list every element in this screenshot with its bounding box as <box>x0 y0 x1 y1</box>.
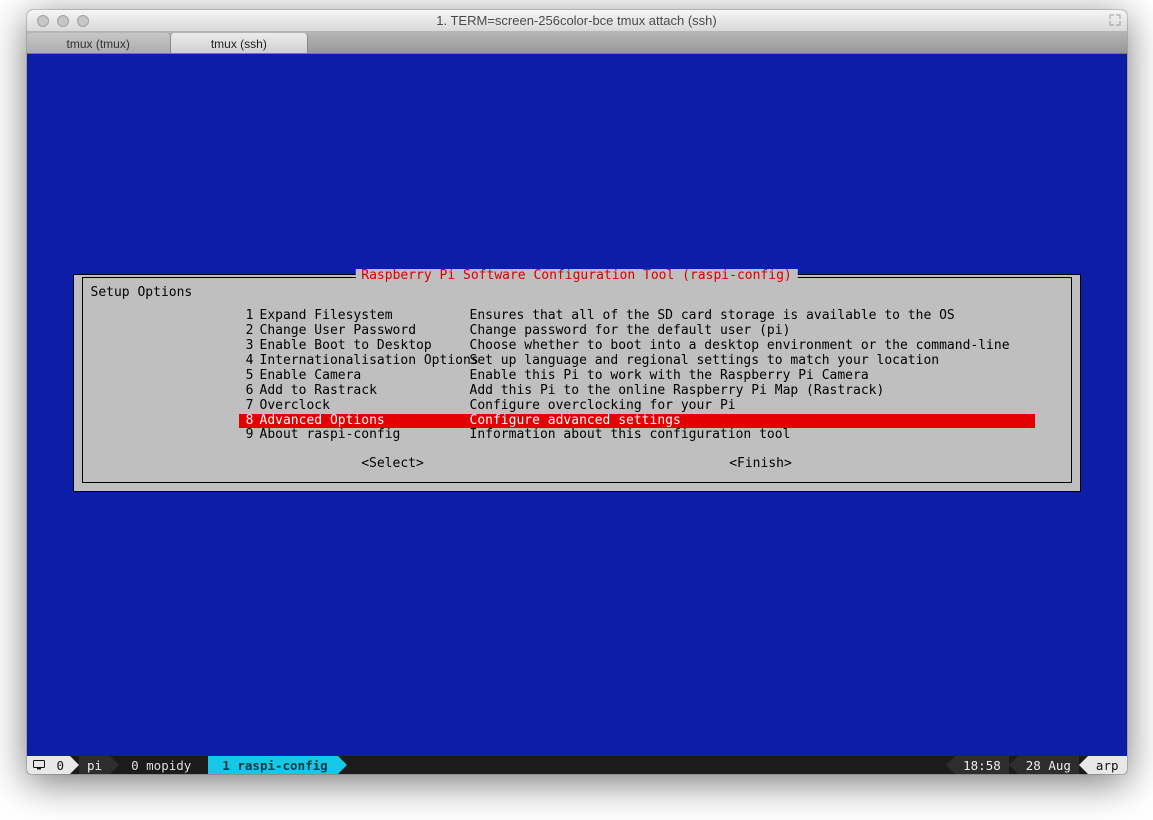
menu-item-desc: Choose whether to boot into a desktop en… <box>470 339 1035 354</box>
powerline-arrow-icon <box>1079 756 1088 774</box>
menu-item-num: 2 <box>239 324 254 339</box>
fullscreen-icon[interactable] <box>1109 14 1121 26</box>
menu-item-advanced-options[interactable]: 8 Advanced Options Configure advanced se… <box>239 414 1035 429</box>
menu-item-label: Change User Password <box>260 324 470 339</box>
menu-item-label: Advanced Options <box>260 414 470 429</box>
powerline-arrow-icon <box>1009 756 1018 774</box>
menu-item-rastrack[interactable]: 6 Add to Rastrack Add this Pi to the onl… <box>239 384 1035 399</box>
menu-item-boot-desktop[interactable]: 3 Enable Boot to Desktop Choose whether … <box>239 339 1035 354</box>
menu-item-overclock[interactable]: 7 Overclock Configure overclocking for y… <box>239 399 1035 414</box>
powerline-arrow-icon <box>338 756 347 774</box>
finish-button[interactable]: <Finish> <box>729 457 792 472</box>
tmux-hostname: arp <box>1088 756 1127 774</box>
menu-item-label: Enable Camera <box>260 369 470 384</box>
menu-item-label: Add to Rastrack <box>260 384 470 399</box>
tmux-session-icon <box>27 756 51 774</box>
menu-item-num: 8 <box>239 414 254 429</box>
window-title: 1. TERM=screen-256color-bce tmux attach … <box>27 13 1127 28</box>
setup-options-label: Setup Options <box>91 286 1063 301</box>
tmux-status-right: 18:58 28 Aug arp <box>946 756 1126 774</box>
tab-tmux-tmux[interactable]: tmux (tmux) <box>27 33 171 53</box>
menu-item-about[interactable]: 9 About raspi-config Information about t… <box>239 428 1035 443</box>
titlebar: 1. TERM=screen-256color-bce tmux attach … <box>27 10 1127 32</box>
menu-item-enable-camera[interactable]: 5 Enable Camera Enable this Pi to work w… <box>239 369 1035 384</box>
menu-item-num: 1 <box>239 309 254 324</box>
dialog-title: Raspberry Pi Software Configuration Tool… <box>355 269 797 284</box>
menu-item-label: Overclock <box>260 399 470 414</box>
raspi-config-dialog: Raspberry Pi Software Configuration Tool… <box>73 274 1081 492</box>
tmux-host-user: pi <box>79 756 110 774</box>
powerline-arrow-icon <box>110 756 119 774</box>
tmux-window-active[interactable]: 1 raspi-config <box>208 756 337 774</box>
powerline-arrow-icon <box>946 756 955 774</box>
menu-item-desc: Enable this Pi to work with the Raspberr… <box>470 369 1035 384</box>
menu-item-desc: Configure advanced settings <box>470 414 1035 429</box>
powerline-arrow-icon <box>70 756 79 774</box>
select-button[interactable]: <Select> <box>361 457 424 472</box>
menu-list: 1 Expand Filesystem Ensures that all of … <box>239 309 1035 443</box>
menu-item-expand-filesystem[interactable]: 1 Expand Filesystem Ensures that all of … <box>239 309 1035 324</box>
menu-item-label: Internationalisation Options <box>260 354 470 369</box>
tmux-time: 18:58 <box>955 756 1009 774</box>
menu-item-desc: Set up language and regional settings to… <box>470 354 1035 369</box>
menu-item-label: Enable Boot to Desktop <box>260 339 470 354</box>
tmux-session-index[interactable]: 0 <box>51 756 71 774</box>
menu-item-num: 5 <box>239 369 254 384</box>
tab-tmux-ssh[interactable]: tmux (ssh) <box>171 33 308 53</box>
menu-item-num: 6 <box>239 384 254 399</box>
menu-item-desc: Ensures that all of the SD card storage … <box>470 309 1035 324</box>
menu-item-desc: Information about this configuration too… <box>470 428 1035 443</box>
menu-item-num: 9 <box>239 428 254 443</box>
menu-item-num: 4 <box>239 354 254 369</box>
dialog-frame: Raspberry Pi Software Configuration Tool… <box>82 277 1072 483</box>
tab-bar: tmux (tmux) tmux (ssh) <box>27 32 1127 54</box>
dialog-buttons: <Select> <Finish> <box>89 457 1065 472</box>
menu-item-desc: Add this Pi to the online Raspberry Pi M… <box>470 384 1035 399</box>
menu-item-num: 3 <box>239 339 254 354</box>
menu-item-num: 7 <box>239 399 254 414</box>
menu-item-label: Expand Filesystem <box>260 309 470 324</box>
menu-item-desc: Configure overclocking for your Pi <box>470 399 1035 414</box>
menu-item-desc: Change password for the default user (pi… <box>470 324 1035 339</box>
terminal[interactable]: Raspberry Pi Software Configuration Tool… <box>27 54 1127 774</box>
menu-item-label: About raspi-config <box>260 428 470 443</box>
tmux-date: 28 Aug <box>1018 756 1079 774</box>
menu-item-internationalisation[interactable]: 4 Internationalisation Options Set up la… <box>239 354 1035 369</box>
powerline-arrow-icon <box>199 756 208 774</box>
tmux-window-inactive[interactable]: 0 mopidy <box>119 756 199 774</box>
menu-item-change-password[interactable]: 2 Change User Password Change password f… <box>239 324 1035 339</box>
app-window: 1. TERM=screen-256color-bce tmux attach … <box>27 10 1127 774</box>
tmux-statusbar: 0 pi 0 mopidy 1 raspi-config 18:58 28 Au… <box>27 756 1127 774</box>
